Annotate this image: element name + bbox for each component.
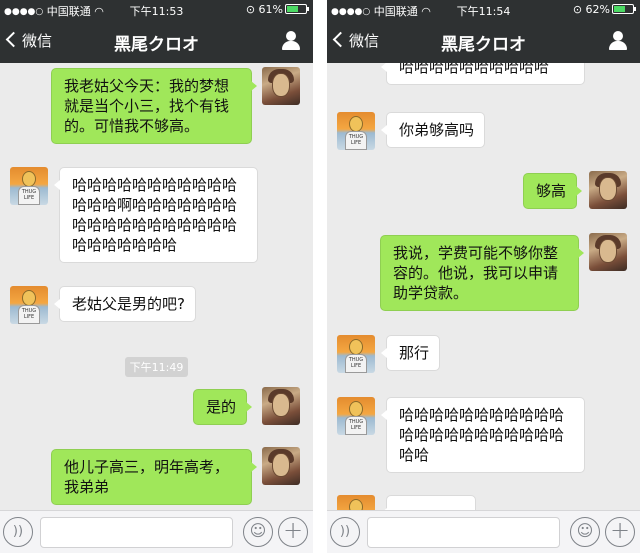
battery-icon: [612, 4, 636, 14]
chat-title: 黑尾クロオ: [441, 35, 526, 55]
rotation-lock-icon: ⊙: [245, 3, 256, 16]
battery-fill: [614, 6, 625, 12]
avatar-self[interactable]: [589, 233, 627, 271]
message-input[interactable]: [40, 517, 233, 548]
avatar-friend[interactable]: THUG LIFE: [10, 167, 48, 205]
rotation-lock-icon: ⊙: [572, 3, 583, 16]
message-bubble-self[interactable]: 我说，学费可能不够你整容的。他说，我可以申请助学贷款。: [380, 235, 584, 311]
chat-screen-right: ●●●●○ 中国联通 ◠ 下午11:54 ⊙ 62% 微信 黑尾クロオ 哈哈哈哈…: [327, 0, 640, 553]
voice-icon[interactable]: )): [3, 517, 33, 547]
input-bar: )) ☺ +: [0, 510, 313, 553]
battery-icon: [285, 4, 309, 14]
avatar-friend[interactable]: THUG LIFE: [337, 112, 375, 150]
emoji-icon[interactable]: ☺: [570, 517, 600, 547]
person-icon[interactable]: [281, 31, 301, 51]
message-bubble-self[interactable]: 是的: [193, 389, 253, 425]
message-bubble-self[interactable]: 他儿子高三，明年高考，我弟弟: [51, 449, 257, 505]
nav-bar: 微信 黑尾クロオ: [0, 20, 313, 63]
message-input[interactable]: [367, 517, 560, 548]
chat-title: 黑尾クロオ: [114, 35, 199, 55]
avatar-self[interactable]: [262, 387, 300, 425]
message-bubble-friend[interactable]: [381, 495, 476, 510]
battery-percent: 62%: [585, 3, 610, 16]
nav-bar: 微信 黑尾クロオ: [327, 20, 640, 63]
status-bar: ●●●●○ 中国联通 ◠ 下午11:54 ⊙ 62%: [327, 0, 640, 20]
person-icon[interactable]: [608, 31, 628, 51]
message-bubble-friend[interactable]: 哈哈哈哈哈哈哈哈哈哈哈哈哈哈啊哈哈哈哈哈哈哈哈哈哈哈哈哈哈哈哈哈哈哈哈哈哈哈哈哈: [54, 167, 258, 263]
message-bubble-friend[interactable]: 哈哈哈哈哈哈哈哈哈哈: [381, 63, 585, 85]
message-list[interactable]: 哈哈哈哈哈哈哈哈哈哈 THUG LIFE 你弟够高吗 够高 我说，学费可能不够你…: [327, 63, 640, 510]
avatar-self[interactable]: [262, 67, 300, 105]
avatar-friend[interactable]: THUG LIFE: [10, 286, 48, 324]
voice-icon[interactable]: )): [330, 517, 360, 547]
battery-fill: [287, 6, 298, 12]
message-list[interactable]: 我老姑父今天：我的梦想就是当个小三，找个有钱的。可惜我不够高。 THUG LIF…: [0, 63, 313, 510]
timestamp: 下午11:49: [0, 356, 313, 377]
plus-icon[interactable]: +: [278, 517, 308, 547]
plus-icon[interactable]: +: [605, 517, 635, 547]
avatar-self[interactable]: [589, 171, 627, 209]
battery-percent: 61%: [258, 3, 283, 16]
input-bar: )) ☺ +: [327, 510, 640, 553]
message-bubble-self[interactable]: 我老姑父今天：我的梦想就是当个小三，找个有钱的。可惜我不够高。: [51, 68, 257, 144]
emoji-icon[interactable]: ☺: [243, 517, 273, 547]
message-bubble-self[interactable]: 够高: [523, 173, 583, 209]
avatar-friend[interactable]: THUG LIFE: [337, 495, 375, 510]
message-bubble-friend[interactable]: 老姑父是男的吧?: [54, 286, 196, 322]
avatar-friend[interactable]: THUG LIFE: [337, 397, 375, 435]
avatar-self[interactable]: [262, 447, 300, 485]
chat-screen-left: ●●●●○ 中国联通 ◠ 下午11:53 ⊙ 61% 微信 黑尾クロオ 我老姑父…: [0, 0, 313, 553]
message-bubble-friend[interactable]: 你弟够高吗: [380, 112, 486, 148]
message-bubble-friend[interactable]: 那行: [380, 335, 441, 371]
message-bubble-friend[interactable]: 哈哈哈哈哈哈哈哈哈哈哈哈哈哈哈哈哈哈哈哈哈哈哈哈: [381, 397, 585, 473]
status-bar: ●●●●○ 中国联通 ◠ 下午11:53 ⊙ 61%: [0, 0, 313, 20]
avatar-friend[interactable]: THUG LIFE: [337, 335, 375, 373]
